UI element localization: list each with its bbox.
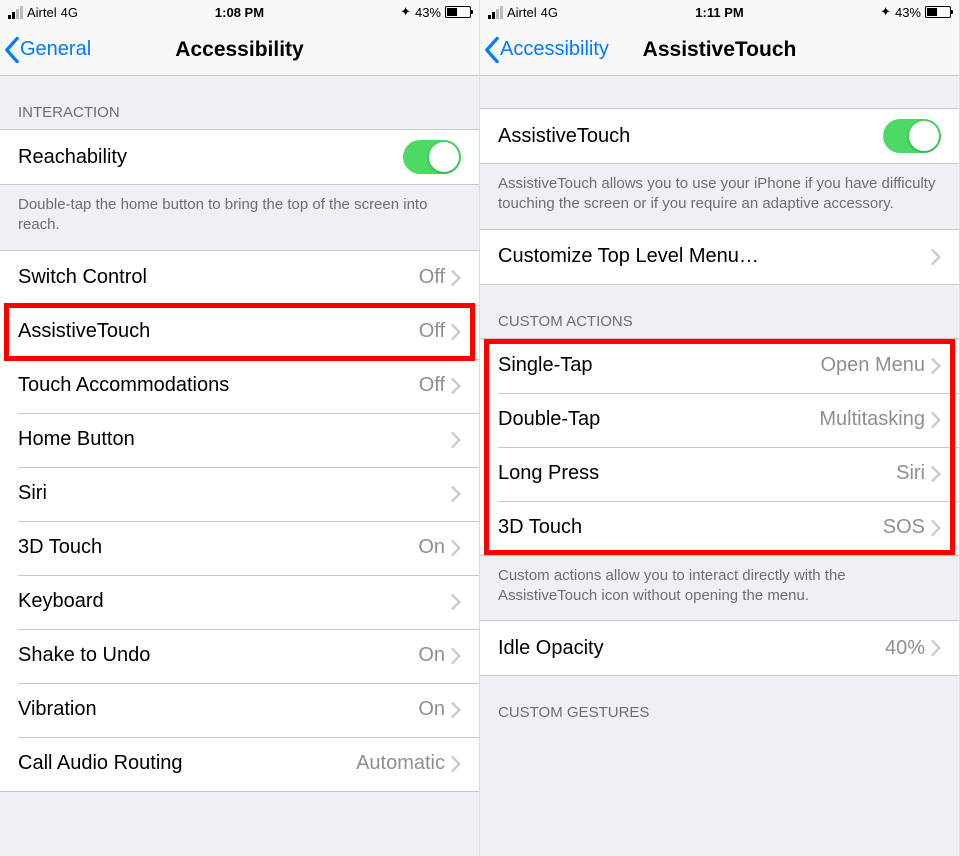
battery-icon (925, 6, 951, 18)
assistivetouch-toggle-group: AssistiveTouch (480, 108, 959, 164)
chevron-right-icon (451, 702, 461, 718)
idle-opacity-group: Idle Opacity 40% (480, 620, 959, 676)
chevron-right-icon (451, 324, 461, 340)
assistivetouch-toggle[interactable] (883, 119, 941, 153)
assistivetouch-footer: AssistiveTouch allows you to use your iP… (480, 164, 959, 229)
chevron-right-icon (451, 432, 461, 448)
reachability-toggle[interactable] (403, 140, 461, 174)
section-header-custom-actions: CUSTOM ACTIONS (480, 285, 959, 338)
chevron-right-icon (451, 756, 461, 772)
row-single-tap[interactable]: Single-Tap Open Menu (480, 339, 959, 393)
row-shake-to-undo[interactable]: Shake to Undo On (0, 629, 479, 683)
nav-bar: General Accessibility (0, 24, 479, 76)
settings-content: AssistiveTouch AssistiveTouch allows you… (480, 76, 959, 856)
row-double-tap[interactable]: Double-Tap Multitasking (480, 393, 959, 447)
chevron-right-icon (451, 378, 461, 394)
chevron-right-icon (931, 358, 941, 374)
reachability-footer: Double-tap the home button to bring the … (0, 185, 479, 250)
status-bar: Airtel 4G 1:08 PM ✦ 43% (0, 0, 479, 24)
chevron-right-icon (451, 594, 461, 610)
reachability-group: Reachability (0, 129, 479, 185)
screen-assistivetouch: Airtel 4G 1:11 PM ✦ 43% Accessibility As… (480, 0, 960, 856)
row-3d-touch[interactable]: 3D Touch On (0, 521, 479, 575)
status-bar: Airtel 4G 1:11 PM ✦ 43% (480, 0, 959, 24)
section-header-interaction: INTERACTION (0, 76, 479, 129)
custom-actions-group: Single-Tap Open Menu Double-Tap Multitas… (480, 338, 959, 556)
chevron-right-icon (931, 249, 941, 265)
customize-group: Customize Top Level Menu… (480, 229, 959, 285)
chevron-right-icon (931, 466, 941, 482)
settings-content: INTERACTION Reachability Double-tap the … (0, 76, 479, 856)
nav-title: Accessibility (0, 38, 479, 62)
status-right: ✦ 43% (880, 4, 951, 20)
row-customize-top-level-menu[interactable]: Customize Top Level Menu… (480, 230, 959, 284)
reachability-label: Reachability (18, 146, 403, 169)
chevron-right-icon (451, 648, 461, 664)
row-home-button[interactable]: Home Button (0, 413, 479, 467)
battery-icon (445, 6, 471, 18)
interaction-rows: Switch Control Off AssistiveTouch Off To… (0, 250, 479, 792)
assistivetouch-cell[interactable]: AssistiveTouch (480, 109, 959, 163)
custom-actions-footer: Custom actions allow you to interact dir… (480, 556, 959, 621)
chevron-right-icon (451, 540, 461, 556)
assistivetouch-label: AssistiveTouch (498, 125, 883, 148)
row-long-press[interactable]: Long Press Siri (480, 447, 959, 501)
row-vibration[interactable]: Vibration On (0, 683, 479, 737)
section-header-custom-gestures: CUSTOM GESTURES (480, 676, 959, 729)
battery-pct: 43% (415, 5, 441, 20)
row-3d-touch-action[interactable]: 3D Touch SOS (480, 501, 959, 555)
row-assistivetouch[interactable]: AssistiveTouch Off (0, 305, 479, 359)
bluetooth-icon: ✦ (400, 4, 411, 20)
chevron-right-icon (931, 520, 941, 536)
reachability-cell[interactable]: Reachability (0, 130, 479, 184)
bluetooth-icon: ✦ (880, 4, 891, 20)
row-siri[interactable]: Siri (0, 467, 479, 521)
chevron-right-icon (451, 486, 461, 502)
chevron-right-icon (931, 412, 941, 428)
status-right: ✦ 43% (400, 4, 471, 20)
nav-title: AssistiveTouch (480, 38, 959, 62)
battery-pct: 43% (895, 5, 921, 20)
chevron-right-icon (931, 640, 941, 656)
row-keyboard[interactable]: Keyboard (0, 575, 479, 629)
chevron-right-icon (451, 270, 461, 286)
nav-bar: Accessibility AssistiveTouch (480, 24, 959, 76)
row-touch-accommodations[interactable]: Touch Accommodations Off (0, 359, 479, 413)
screen-accessibility: Airtel 4G 1:08 PM ✦ 43% General Accessib… (0, 0, 480, 856)
row-idle-opacity[interactable]: Idle Opacity 40% (480, 621, 959, 675)
row-switch-control[interactable]: Switch Control Off (0, 251, 479, 305)
row-call-audio-routing[interactable]: Call Audio Routing Automatic (0, 737, 479, 791)
